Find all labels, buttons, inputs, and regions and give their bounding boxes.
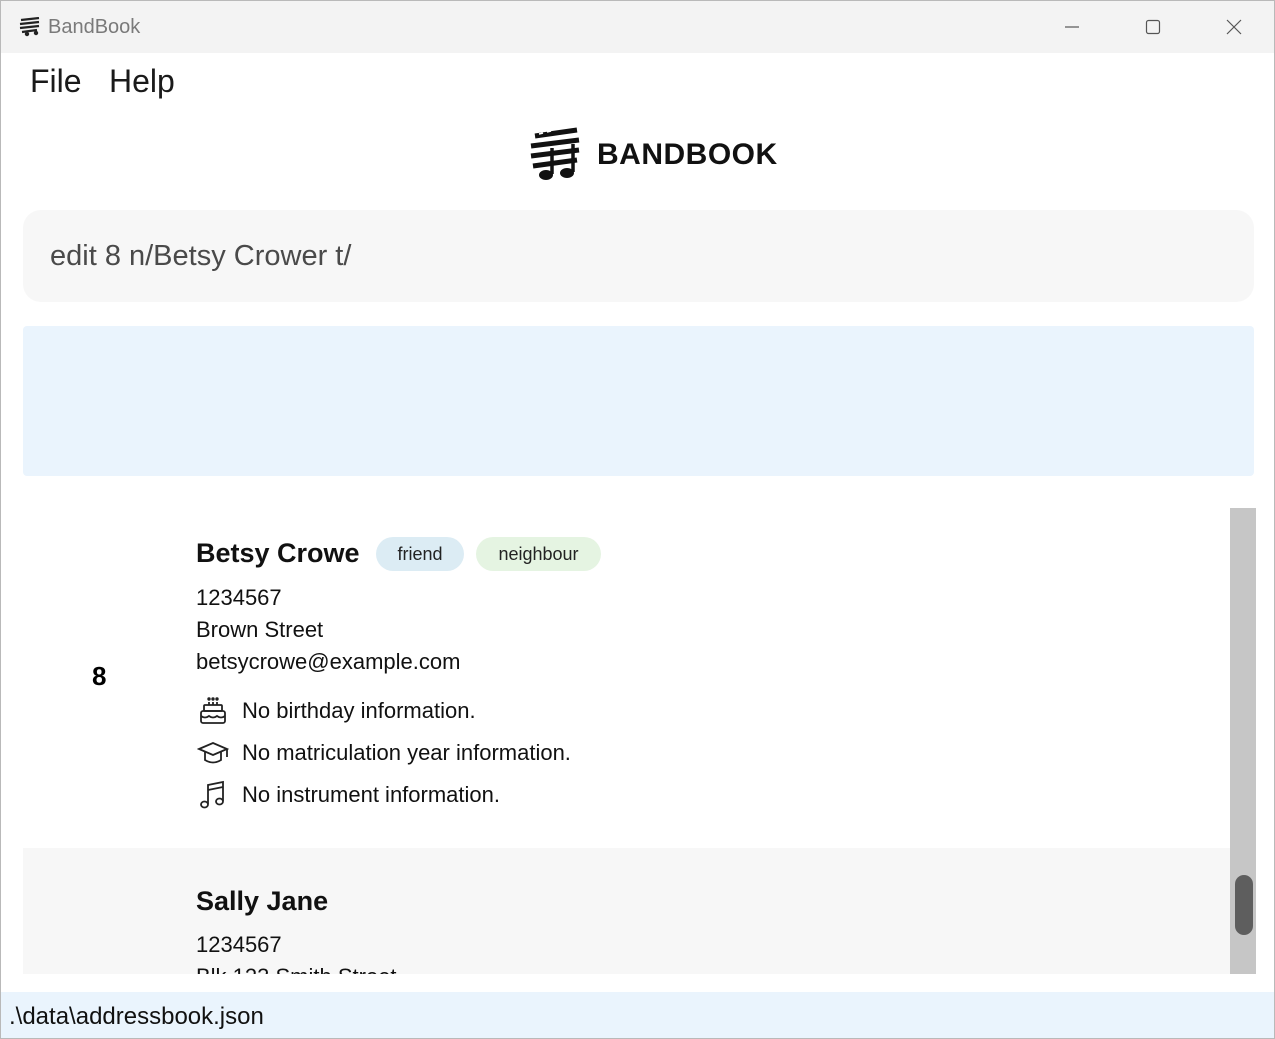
person-name: Betsy Crowe bbox=[196, 538, 360, 568]
person-list[interactable]: 8 Betsy Crowe friend neighbour 1234567 B… bbox=[23, 506, 1230, 974]
app-window: BandBook File Help BANDBOOK edit 8 n/Bet… bbox=[0, 0, 1275, 1039]
title-bar[interactable]: BandBook bbox=[1, 1, 1274, 53]
close-icon bbox=[1226, 19, 1242, 35]
command-input[interactable]: edit 8 n/Betsy Crower t/ bbox=[23, 210, 1254, 302]
person-card[interactable]: 8 Betsy Crowe friend neighbour 1234567 B… bbox=[23, 506, 1230, 848]
close-button[interactable] bbox=[1211, 11, 1257, 43]
person-index: 8 bbox=[92, 661, 107, 691]
menu-file[interactable]: File bbox=[30, 63, 82, 100]
person-phone: 1234567 bbox=[196, 585, 282, 610]
window-title: BandBook bbox=[48, 16, 141, 38]
person-address: Blk 123 Smith Street bbox=[196, 964, 397, 974]
menu-bar: File Help bbox=[1, 53, 1274, 113]
app-logo: BANDBOOK bbox=[527, 125, 778, 185]
bandbook-logo-icon bbox=[530, 127, 580, 180]
logo-text: BANDBOOK bbox=[597, 138, 778, 171]
command-input-text[interactable]: edit 8 n/Betsy Crower t/ bbox=[50, 240, 351, 273]
person-phone: 1234567 bbox=[196, 932, 282, 957]
instrument-row: No instrument information. bbox=[196, 778, 500, 812]
save-location: .\data\addressbook.json bbox=[9, 1003, 264, 1030]
graduation-cap-icon bbox=[196, 736, 230, 770]
music-note-icon bbox=[196, 778, 230, 812]
matriculation-row: No matriculation year information. bbox=[196, 736, 571, 770]
maximize-icon bbox=[1145, 19, 1161, 35]
result-display bbox=[23, 326, 1254, 476]
tag-badge: neighbour bbox=[476, 537, 601, 571]
person-email: betsycrowe@example.com bbox=[196, 649, 461, 674]
scrollbar-thumb[interactable] bbox=[1235, 875, 1253, 935]
birthday-row: No birthday information. bbox=[196, 694, 476, 728]
person-card[interactable]: Sally Jane 1234567 Blk 123 Smith Street bbox=[23, 848, 1230, 974]
matriculation-text: No matriculation year information. bbox=[242, 740, 571, 765]
person-name: Sally Jane bbox=[196, 886, 329, 916]
cake-icon bbox=[196, 694, 230, 728]
instrument-text: No instrument information. bbox=[242, 782, 500, 807]
maximize-button[interactable] bbox=[1130, 11, 1176, 43]
minimize-button[interactable] bbox=[1049, 11, 1095, 43]
bandbook-logo-icon bbox=[19, 16, 41, 37]
list-scrollbar[interactable] bbox=[1230, 508, 1256, 974]
birthday-text: No birthday information. bbox=[242, 698, 476, 723]
tag-badge: friend bbox=[376, 537, 464, 571]
status-bar: .\data\addressbook.json bbox=[1, 992, 1274, 1038]
minimize-icon bbox=[1065, 26, 1079, 28]
menu-help[interactable]: Help bbox=[109, 63, 175, 100]
person-address: Brown Street bbox=[196, 617, 324, 642]
